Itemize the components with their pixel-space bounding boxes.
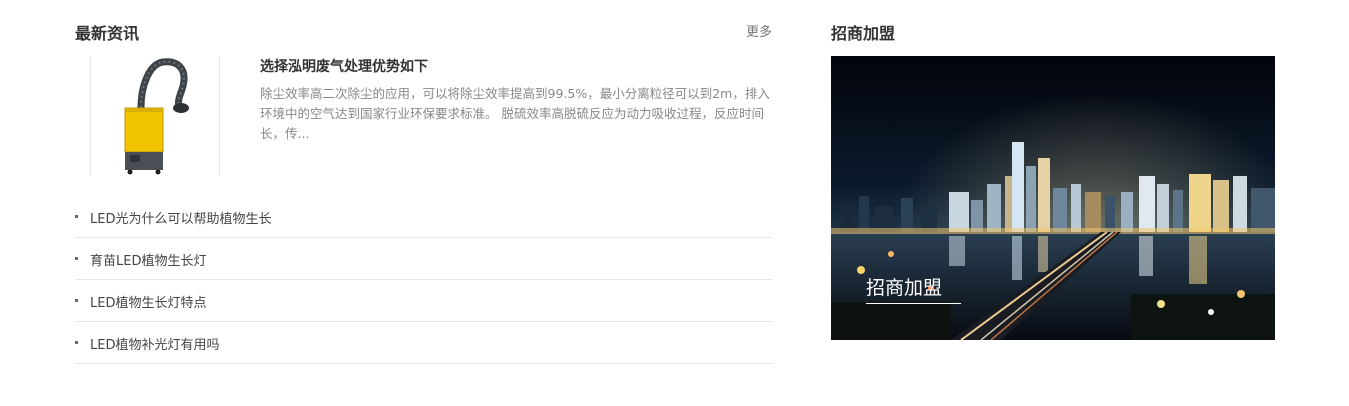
news-item-link[interactable]: LED植物生长灯特点 — [90, 292, 206, 311]
extractor-wheel — [127, 169, 133, 175]
franchise-section-title: 招商加盟 — [831, 24, 896, 43]
extractor-cabinet-top — [125, 108, 163, 112]
bullet-icon — [75, 215, 78, 218]
news-header: 最新资讯 更多 — [75, 20, 772, 44]
news-list-item[interactable]: LED光为什么可以帮助植物生长 — [75, 196, 772, 238]
more-link[interactable]: 更多 — [746, 21, 772, 40]
extractor-wheel — [155, 169, 161, 175]
banner-caption: 招商加盟 — [866, 277, 943, 299]
extractor-panel — [130, 155, 140, 162]
bullet-icon — [75, 341, 78, 344]
bullet-icon — [75, 257, 78, 260]
extractor-cabinet — [124, 107, 164, 153]
news-list-item[interactable]: LED植物补光灯有用吗 — [75, 322, 772, 364]
news-list-item[interactable]: 育苗LED植物生长灯 — [75, 238, 772, 280]
news-item-link[interactable]: 育苗LED植物生长灯 — [90, 250, 206, 269]
featured-article-summary: 除尘效率高二次除尘的应用，可以将除尘效率提高到99.5%，最小分离粒径可以到2m… — [260, 86, 770, 141]
featured-article-title[interactable]: 选择泓明废气处理优势如下 — [260, 56, 428, 76]
news-list: LED光为什么可以帮助植物生长 育苗LED植物生长灯 LED植物生长灯特点 LE… — [75, 196, 772, 364]
banner-caption-underline — [866, 303, 961, 304]
extractor-arm — [137, 58, 188, 112]
extractor-hood — [173, 103, 189, 113]
bullet-icon — [75, 299, 78, 302]
news-section-title: 最新资讯 — [75, 24, 140, 43]
news-item-link[interactable]: LED光为什么可以帮助植物生长 — [90, 208, 271, 227]
franchise-banner[interactable]: 招商加盟 — [831, 56, 1275, 340]
fume-extractor-illustration — [124, 58, 189, 175]
shoreline-lights — [831, 228, 1275, 234]
news-item-link[interactable]: LED植物补光灯有用吗 — [90, 334, 219, 353]
featured-article[interactable]: 选择泓明废气处理优势如下 除尘效率高二次除尘的应用，可以将除尘效率提高到99.5… — [90, 56, 772, 176]
fume-extractor-image[interactable] — [90, 56, 220, 176]
news-list-item[interactable]: LED植物生长灯特点 — [75, 280, 772, 322]
